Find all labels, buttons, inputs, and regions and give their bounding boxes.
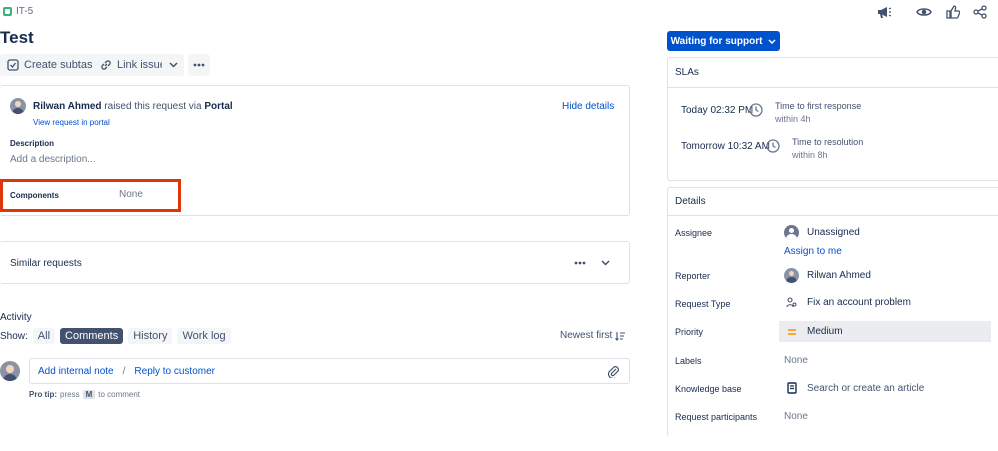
activity-title: Activity: [0, 312, 32, 323]
link-issue-label: Link issue: [117, 59, 166, 71]
create-subtask-button[interactable]: Create subtask: [0, 54, 105, 76]
sla-within: within 4h: [775, 114, 811, 124]
sort-newest-first-button[interactable]: Newest first: [560, 330, 626, 341]
more-actions-button[interactable]: [188, 54, 210, 76]
link-issue-button[interactable]: Link issue: [93, 54, 173, 76]
account-problem-icon: [784, 297, 799, 308]
issue-title[interactable]: Test: [0, 28, 34, 48]
status-chevron-down-icon: [768, 38, 776, 44]
sort-label: Newest first: [560, 330, 613, 341]
article-book-icon: [784, 382, 799, 394]
attachment-paperclip-icon[interactable]: [607, 364, 619, 378]
slas-title: SLAs: [675, 67, 699, 78]
sla-item: Today 02:32 PM Time to first response wi…: [681, 101, 991, 127]
activity-filter-bar: Show: All Comments History Work log: [0, 328, 231, 344]
sla-within: within 8h: [792, 150, 828, 160]
assign-to-me-link[interactable]: Assign to me: [784, 246, 842, 257]
comment-separator: /: [122, 366, 126, 377]
request-channel: Portal: [204, 101, 233, 112]
issue-type-icon: [3, 7, 12, 16]
tab-comments[interactable]: Comments: [60, 328, 124, 344]
unassigned-avatar-icon: [784, 225, 799, 240]
priority-value[interactable]: Medium: [784, 326, 843, 337]
assignee-name: Unassigned: [807, 227, 860, 238]
request-type-label: Request Type: [675, 299, 731, 309]
sla-time: Today 02:32 PM: [681, 105, 754, 116]
subtask-icon: [7, 59, 19, 71]
slas-divider: [667, 87, 998, 88]
labels-label: Labels: [675, 356, 702, 366]
raised-text: raised this request via: [104, 101, 202, 112]
similar-requests-panel[interactable]: [0, 241, 630, 284]
priority-medium-icon: [784, 328, 799, 336]
reporter-value[interactable]: Rilwan Ahmed: [784, 268, 871, 283]
components-value[interactable]: None: [119, 189, 143, 200]
details-title: Details: [675, 196, 706, 207]
pro-tip-press: press: [60, 390, 80, 399]
sla-name: Time to first response: [775, 101, 862, 111]
sort-icon: [615, 331, 626, 341]
assignee-value[interactable]: Unassigned: [784, 225, 860, 240]
pro-tip-key: M: [82, 390, 96, 399]
chevron-down-icon: [168, 62, 178, 68]
knowledge-base-label: Knowledge base: [675, 384, 742, 394]
link-issue-dropdown-button[interactable]: [162, 54, 184, 76]
feedback-megaphone-icon[interactable]: [876, 5, 892, 19]
status-dropdown-button[interactable]: Waiting for support: [667, 31, 780, 51]
request-raised-line: Rilwan Ahmed raised this request via Por…: [33, 101, 233, 112]
share-icon[interactable]: [973, 5, 987, 19]
create-subtask-label: Create subtask: [24, 59, 98, 71]
reporter-avatar-small: [784, 268, 799, 283]
tab-work-log[interactable]: Work log: [177, 328, 231, 344]
knowledge-base-text: Search or create an article: [807, 382, 925, 394]
clock-icon: [749, 103, 763, 117]
tab-history[interactable]: History: [128, 328, 173, 344]
similar-chevron-down-icon[interactable]: [601, 260, 610, 266]
knowledge-base-value[interactable]: Search or create an article: [784, 382, 924, 394]
pro-tip-label: Pro tip:: [29, 390, 57, 399]
sla-time: Tomorrow 10:32 AM: [681, 141, 770, 152]
current-user-avatar: [0, 361, 20, 381]
more-dots-icon: [193, 63, 205, 67]
hide-details-link[interactable]: Hide details: [562, 101, 614, 112]
request-type-value[interactable]: Fix an account problem: [784, 297, 911, 308]
reporter-name[interactable]: Rilwan Ahmed: [33, 101, 102, 112]
pro-tip-rest: to comment: [98, 390, 141, 399]
watch-eye-icon[interactable]: [916, 6, 932, 18]
similar-more-dots-icon[interactable]: [574, 261, 586, 265]
details-divider: [667, 215, 998, 216]
request-type-name: Fix an account problem: [807, 297, 911, 308]
priority-label: Priority: [675, 327, 704, 337]
add-internal-note-link[interactable]: Add internal note: [38, 366, 114, 377]
components-label: Components: [10, 191, 59, 200]
request-participants-value[interactable]: None: [784, 411, 808, 422]
issue-key-breadcrumb[interactable]: IT-5: [3, 6, 33, 17]
show-label: Show:: [0, 330, 28, 342]
reporter-name-value: Rilwan Ahmed: [807, 270, 871, 281]
assignee-label: Assignee: [675, 228, 713, 238]
reply-to-customer-link[interactable]: Reply to customer: [134, 366, 215, 377]
view-request-in-portal-link[interactable]: View request in portal: [33, 118, 110, 127]
tab-all[interactable]: All: [32, 328, 56, 344]
request-participants-label: Request participants: [675, 412, 758, 422]
status-label: Waiting for support: [670, 35, 763, 47]
labels-value[interactable]: None: [784, 355, 808, 366]
priority-name: Medium: [807, 326, 843, 337]
sla-item: Tomorrow 10:32 AM Time to resolution wit…: [681, 137, 991, 163]
comment-actions: Add internal note / Reply to customer: [38, 366, 215, 377]
issue-key: IT-5: [16, 6, 34, 17]
similar-requests-label: Similar requests: [10, 258, 82, 269]
description-label: Description: [10, 139, 55, 148]
reporter-label: Reporter: [675, 271, 711, 281]
vote-thumbs-up-icon[interactable]: [946, 5, 960, 19]
link-icon: [100, 59, 112, 71]
sla-name: Time to resolution: [792, 137, 864, 147]
pro-tip: Pro tip: press M to comment: [29, 390, 140, 399]
description-field[interactable]: Add a description...: [10, 154, 96, 165]
clock-icon: [766, 139, 780, 153]
reporter-avatar: [10, 98, 26, 114]
